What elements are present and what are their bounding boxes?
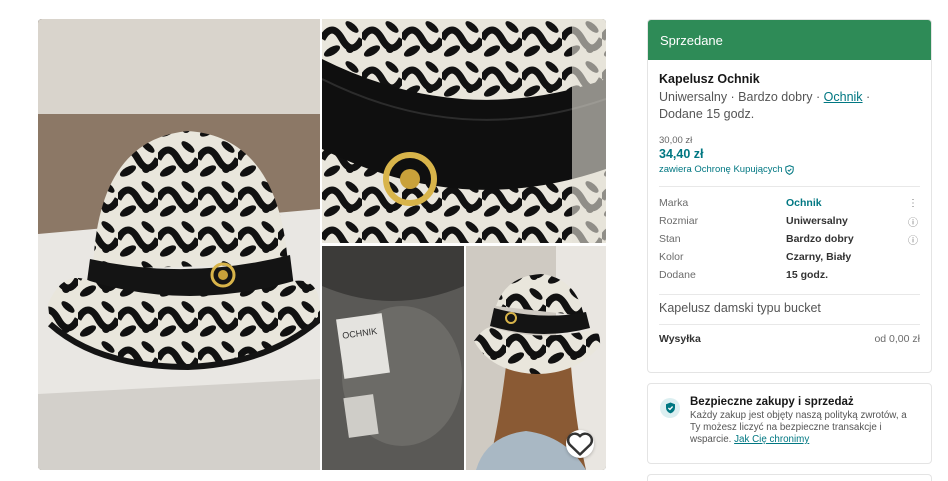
favourite-button[interactable] [566,430,594,458]
shipping-row: Wysyłka od 0,00 zł [659,324,920,352]
item-description: Kapelusz damski typu bucket [659,294,920,324]
price-with-protection[interactable]: 34,40 zł [659,147,920,161]
photo-gallery: OCHNIK [38,19,606,470]
attribute-label: Dodane [659,269,696,281]
item-attributes: Marka Ochnik ⋮ Rozmiar Uniwersalny ⓘ Stan Bardz… [659,186,920,284]
safe-purchase-card: Bezpieczne zakupy i sprzedaż Każdy zakup… [647,383,932,464]
shield-icon [784,164,794,175]
attribute-label: Kolor [659,251,684,263]
shipping-price: od 0,00 zł [874,332,920,345]
info-icon[interactable]: ⓘ [906,232,920,247]
attribute-row: Marka Ochnik ⋮ [659,194,920,212]
attribute-value: Bardzo dobry [786,233,854,245]
heart-icon [566,432,594,456]
attribute-row: Stan Bardzo dobry ⓘ [659,230,920,248]
hat-worn-photo[interactable] [466,246,606,470]
safe-purchase-text: Każdy zakup jest objęty naszą polityką z… [690,410,919,446]
info-icon[interactable]: ⓘ [906,214,920,229]
attribute-row: Dodane 15 godz. [659,266,920,284]
safe-purchase-title: Bezpieczne zakupy i sprzedaż [690,396,854,408]
added-time: Dodane 15 godz. [659,107,755,121]
buyer-protection-text: zawiera Ochronę Kupujących [659,164,783,175]
shield-check-icon [660,398,680,418]
item-summary: Uniwersalny · Bardzo dobry · Ochnik · Do… [659,89,920,123]
hat-buckle-closeup-photo[interactable] [322,19,606,243]
sold-status-banner: Sprzedane [648,20,931,60]
brand-link[interactable]: Ochnik [824,90,863,104]
item-summary-suffix: · [862,90,871,104]
attribute-row: Rozmiar Uniwersalny ⓘ [659,212,920,230]
shipping-label: Wysyłka [659,332,701,345]
how-we-protect-link[interactable]: Jak Cię chronimy [734,434,809,445]
buyer-protection-note[interactable]: zawiera Ochronę Kupujących [659,164,920,175]
item-summary-prefix: Uniwersalny · Bardzo dobry · [659,90,824,104]
item-title: Kapelusz Ochnik [659,72,760,86]
attribute-label: Rozmiar [659,215,699,227]
attribute-label: Marka [659,197,689,209]
listing-details-card: Sprzedane Kapelusz Ochnik Uniwersalny · … [647,19,932,373]
more-vertical-icon[interactable]: ⋮ [906,198,920,209]
attribute-value[interactable]: Ochnik [786,197,906,209]
attribute-value: 15 godz. [786,269,829,281]
next-card-edge [647,474,932,481]
hat-front-photo[interactable] [38,19,320,470]
attribute-row: Kolor Czarny, Biały [659,248,920,266]
attribute-value: Uniwersalny [786,215,848,227]
attribute-value: Czarny, Biały [786,251,852,263]
attribute-label: Stan [659,233,681,245]
hat-inner-label-photo[interactable]: OCHNIK [322,246,464,470]
item-price: 30,00 zł [659,135,693,146]
